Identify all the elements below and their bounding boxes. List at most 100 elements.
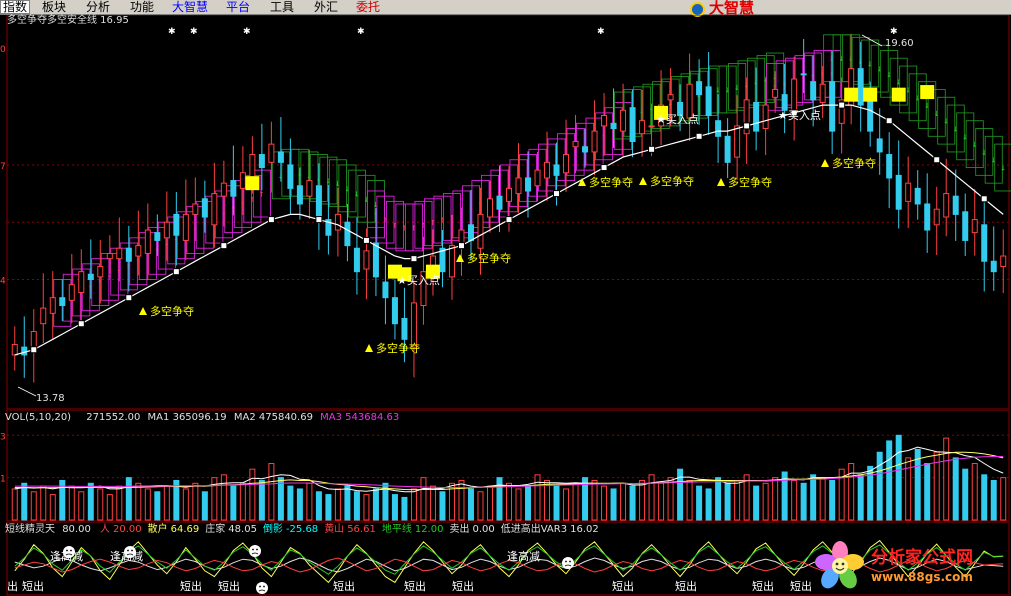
candle-body <box>544 161 551 179</box>
menu-item[interactable]: 大智慧 <box>170 0 210 14</box>
volume-bar <box>249 468 256 521</box>
sell-marker-text: 出 <box>7 579 18 593</box>
face-eye <box>66 549 68 552</box>
volume-bar <box>11 488 18 521</box>
band-arrow: ↑ <box>392 222 398 230</box>
volume-chart[interactable]: 31 <box>0 410 1011 522</box>
volume-bar <box>135 482 142 521</box>
candle-body <box>401 318 408 340</box>
volume-bar <box>962 468 969 521</box>
candle-body <box>591 130 598 153</box>
candle-body <box>363 250 370 270</box>
face-eye <box>70 549 72 552</box>
signal-triangle-icon <box>365 344 373 352</box>
ma3-label: MA3 <box>320 412 342 423</box>
signal-text: 多空争夺 <box>467 251 511 265</box>
indicator-field-value: 56.61 <box>347 524 376 535</box>
indicator-name: 短线精灵天 <box>5 524 55 535</box>
band-arrow: ↓ <box>725 86 731 94</box>
indicator-field-label: 倒影 <box>262 524 283 535</box>
volume-bar <box>848 463 855 521</box>
volume-bar <box>496 477 503 521</box>
band-arrow: ↓ <box>877 66 883 74</box>
volume-bar <box>353 491 360 521</box>
buy-point-label: ★买入点 <box>656 113 699 126</box>
face-eye <box>252 548 254 551</box>
candle-body <box>258 154 265 169</box>
candle-body <box>629 107 636 143</box>
indicator-title-row: 短线精灵天 80.00 人 20.00 散户 64.69 庄家 48.05 倒影 -25.68… <box>5 523 599 536</box>
candle-body <box>515 177 522 195</box>
face-eye <box>127 549 129 552</box>
signal-text: 多空争夺 <box>376 341 420 355</box>
menu-item[interactable]: 委托 <box>354 0 382 14</box>
candle-body <box>905 182 912 202</box>
sell-marker-text: 短出 <box>675 579 697 593</box>
reduce-marker-text: 逢高减 <box>507 549 540 563</box>
menu-item[interactable]: 功能 <box>128 0 156 14</box>
candle-body <box>981 224 988 262</box>
face-eye <box>256 548 258 551</box>
candle-body <box>11 344 18 356</box>
indicator-field-value: 16.02 <box>570 524 599 535</box>
indicator-fields: 人 20.00 散户 64.69 庄家 48.05 倒影 -25.68 黄山 56.61 地平线 12… <box>94 524 599 535</box>
menu-item[interactable]: 外汇 <box>312 0 340 14</box>
band-arrow: ↑ <box>411 224 417 232</box>
volume-bar <box>819 477 826 521</box>
volume-bar <box>87 482 94 521</box>
volume-bar <box>325 494 332 521</box>
volume-bar <box>553 485 560 521</box>
face-circle <box>124 546 136 558</box>
candle-body <box>943 193 950 218</box>
volume-bar <box>315 491 322 521</box>
band-arrow: ↓ <box>953 126 959 134</box>
volume-bar <box>458 479 465 521</box>
volume-bar <box>924 463 931 521</box>
candle-body <box>68 284 75 301</box>
menu-item[interactable]: 平台 <box>224 0 252 14</box>
indicator-field-value: -25.68 <box>285 524 319 535</box>
menu-item[interactable]: 分析 <box>84 0 112 14</box>
axis-tick-label: 7 <box>0 162 6 172</box>
ma2-label: MA2 <box>233 412 256 423</box>
candle-body <box>952 195 959 215</box>
volume-bar <box>667 477 674 521</box>
band-arrow: ↑ <box>249 196 255 204</box>
axis-tick-label: 0 <box>0 45 6 55</box>
candle-body <box>59 297 66 306</box>
brand-logo[interactable]: 大智慧 <box>690 0 754 17</box>
candle-body <box>78 271 85 293</box>
candle-body <box>486 198 493 218</box>
candle-body <box>97 265 104 278</box>
safety-line-marker <box>125 294 133 302</box>
menu-item[interactable]: 指数 <box>0 0 31 14</box>
signal-square <box>245 176 260 191</box>
price-chart[interactable]: 074↑↑↑↑↑↑↑↑↑↑↑↑↑↑↑↑↑↑↑↑↑↑↓↓↓↓↓↓↓↓↓↓↓↑↑↑↑… <box>0 15 1011 410</box>
volume-bar <box>639 479 646 521</box>
candle-body <box>163 221 170 239</box>
price-chart-title: 多空争夺多空安全线 16.95 <box>7 15 129 26</box>
safety-line-marker <box>410 255 418 263</box>
safety-line-marker <box>838 101 846 109</box>
candle-body <box>620 109 627 132</box>
candle-body <box>639 120 646 135</box>
candle-body <box>857 68 864 106</box>
volume-bar <box>572 482 579 521</box>
volume-bar <box>40 485 47 521</box>
face-icon <box>249 545 261 557</box>
candle-body <box>667 94 674 101</box>
face-eye <box>569 560 571 563</box>
sell-marker-text: 短出 <box>218 579 240 593</box>
menu-item[interactable]: 板块 <box>40 0 68 14</box>
volume-bar <box>886 440 893 521</box>
axis-tick-label: 4 <box>0 276 6 286</box>
band-arrow: ↓ <box>915 94 921 102</box>
volume-bar <box>658 482 665 521</box>
band-arrow: ↑ <box>382 217 388 225</box>
candle-body <box>496 195 503 210</box>
candle-body <box>867 99 874 132</box>
menu-item[interactable]: 工具 <box>268 0 296 14</box>
volume-bar <box>154 491 161 521</box>
candle-body <box>886 154 893 179</box>
ma3-value: 543684.63 <box>345 412 400 423</box>
